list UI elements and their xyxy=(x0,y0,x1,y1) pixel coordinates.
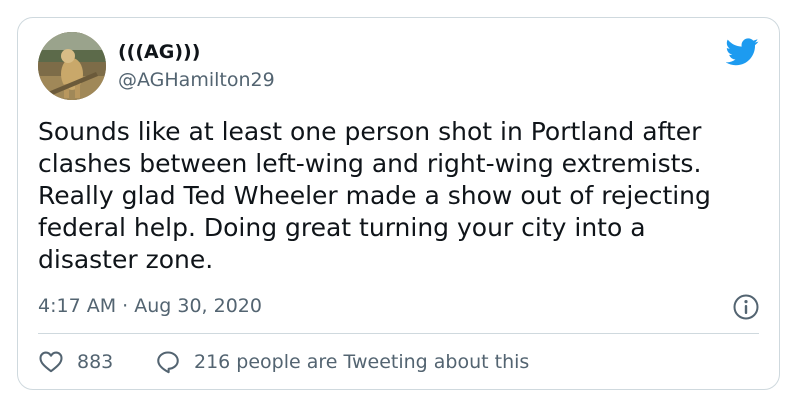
divider xyxy=(38,333,759,334)
avatar[interactable] xyxy=(38,32,106,100)
info-icon[interactable] xyxy=(732,293,760,321)
tweet-card[interactable]: (((AG))) @AGHamilton29 Sounds like at le… xyxy=(17,17,780,390)
tweet-timestamp[interactable]: 4:17 AM · Aug 30, 2020 xyxy=(38,294,262,318)
like-button[interactable]: 883 xyxy=(38,348,113,376)
conversation-link[interactable]: 216 people are Tweeting about this xyxy=(155,348,529,376)
avatar-photo xyxy=(38,32,106,100)
conversation-text: 216 people are Tweeting about this xyxy=(194,351,530,373)
heart-icon xyxy=(39,351,63,373)
like-count: 883 xyxy=(77,351,114,373)
user-handle[interactable]: @AGHamilton29 xyxy=(118,68,275,92)
twitter-bird-icon[interactable] xyxy=(726,38,759,66)
speech-bubble-icon xyxy=(157,351,179,374)
display-name[interactable]: (((AG))) xyxy=(118,40,200,64)
tweet-text: Sounds like at least one person shot in … xyxy=(38,117,711,274)
